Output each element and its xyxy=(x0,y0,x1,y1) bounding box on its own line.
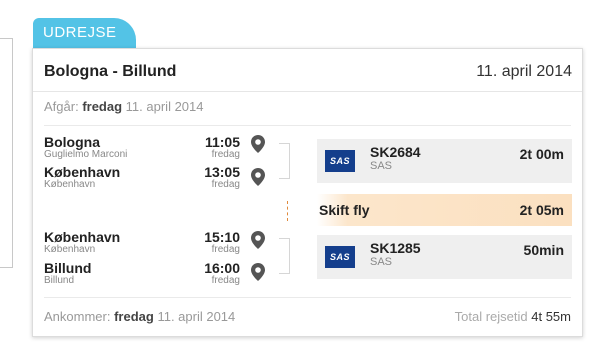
departure-summary: Afgår: fredag 11. april 2014 xyxy=(44,99,204,114)
total-travel-time: Total rejsetid 4t 55m xyxy=(455,309,571,324)
departure-label: Afgår: xyxy=(44,99,79,114)
segment-1-arrival-time: 13:05 xyxy=(204,164,240,180)
transfer-duration: 2t 05m xyxy=(519,202,564,218)
side-panel-edge xyxy=(0,38,13,268)
itinerary-card: Bologna - Billund 11. april 2014 Afgår: … xyxy=(32,48,583,337)
segment-1-connector xyxy=(279,143,290,179)
outbound-tab-label: UDREJSE xyxy=(43,24,117,41)
flight-1-number: SK2684 xyxy=(370,144,421,160)
segment-2-arrival-day: fredag xyxy=(211,275,240,286)
location-pin-icon xyxy=(251,231,265,249)
divider xyxy=(44,125,571,126)
arrival-label: Ankommer: xyxy=(44,309,111,324)
flight-2-box[interactable]: SAS SK1285 SAS 50min xyxy=(317,235,572,279)
segment-1-destination-airport: København xyxy=(44,179,96,190)
segment-2-destination-city: Billund xyxy=(44,260,92,276)
card-header: Bologna - Billund 11. april 2014 xyxy=(33,49,582,92)
flight-1-duration: 2t 00m xyxy=(519,146,564,162)
segment-1-origin-city: Bologna xyxy=(44,134,100,150)
arrival-summary: Ankommer: fredag 11. april 2014 xyxy=(44,309,235,324)
route-title: Bologna - Billund xyxy=(44,63,177,80)
transfer-connector xyxy=(287,201,288,221)
transfer-row: Skift fly 2t 05m xyxy=(317,194,572,226)
location-pin-icon xyxy=(251,263,265,281)
total-value: 4t 55m xyxy=(531,309,571,324)
divider xyxy=(44,297,571,298)
segment-1-destination-city: København xyxy=(44,164,121,180)
flight-1-airline: SAS xyxy=(370,160,393,172)
departure-date: 11. april 2014 xyxy=(125,99,204,114)
transfer-label: Skift fly xyxy=(319,202,370,218)
sas-logo-icon: SAS xyxy=(325,150,355,172)
arrival-weekday: fredag xyxy=(114,309,154,324)
sas-logo-icon: SAS xyxy=(325,246,355,268)
flight-1-box[interactable]: SAS SK2684 SAS 2t 00m xyxy=(317,139,572,183)
flight-2-airline: SAS xyxy=(370,256,393,268)
segment-1-origin-airport: Guglielmo Marconi xyxy=(44,149,128,160)
segment-1-departure-time: 11:05 xyxy=(204,134,240,150)
location-pin-icon xyxy=(251,135,265,153)
travel-date: 11. april 2014 xyxy=(476,63,572,80)
segment-2-origin-city: København xyxy=(44,229,121,245)
segment-2-connector xyxy=(279,238,290,274)
segment-2-departure-time: 15:10 xyxy=(204,229,240,245)
segment-2-arrival-time: 16:00 xyxy=(204,260,240,276)
flight-2-number: SK1285 xyxy=(370,240,421,256)
segment-2-departure-day: fredag xyxy=(211,244,240,255)
outbound-tab[interactable]: UDREJSE xyxy=(33,18,136,48)
segment-1-departure-day: fredag xyxy=(211,149,240,160)
flight-2-duration: 50min xyxy=(523,242,564,258)
segment-2-destination-airport: Billund xyxy=(44,275,75,286)
departure-weekday: fredag xyxy=(82,99,123,114)
segment-1-arrival-day: fredag xyxy=(211,179,240,190)
segment-2-origin-airport: København xyxy=(44,244,96,255)
total-label: Total rejsetid xyxy=(454,309,528,324)
arrival-date: 11. april 2014 xyxy=(157,309,236,324)
location-pin-icon xyxy=(251,168,265,186)
